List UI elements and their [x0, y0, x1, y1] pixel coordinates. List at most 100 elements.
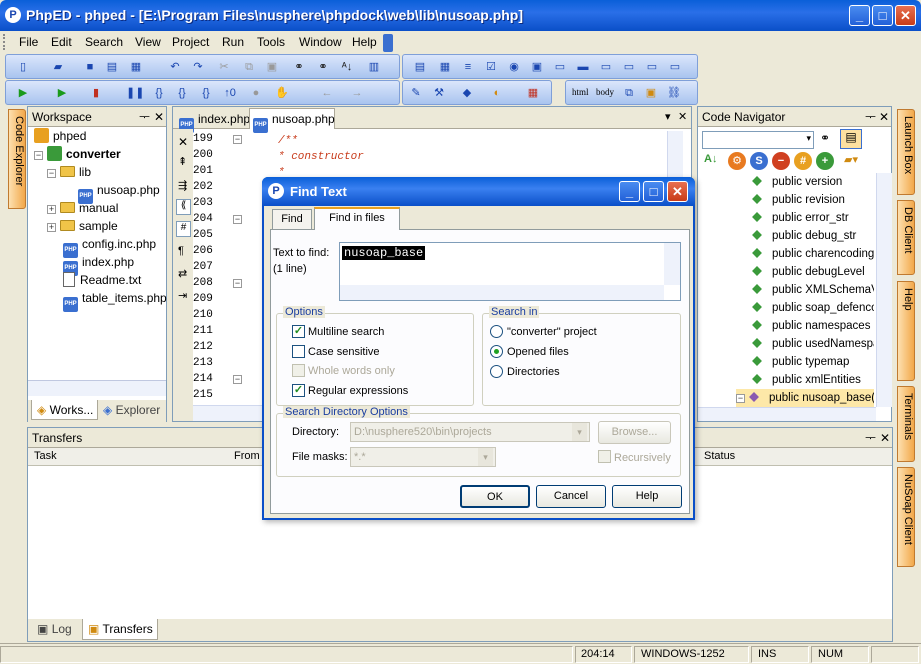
tree-item-table-items-php[interactable]: PHP table_items.php — [63, 289, 167, 312]
menu-edit[interactable]: Edit — [51, 35, 72, 49]
multiline-search-checkbox[interactable]: ✓ — [292, 325, 305, 338]
forward-icon[interactable]: → — [349, 85, 365, 101]
expand-icon[interactable]: + — [47, 205, 56, 214]
html-checkbox-icon[interactable]: ☑ — [483, 59, 499, 75]
search-in-directories-radio[interactable] — [490, 365, 503, 378]
collapse-icon[interactable]: − — [34, 151, 43, 160]
dialog-maximize-button[interactable]: □ — [643, 181, 664, 202]
profiler-icon[interactable]: ▮ — [88, 85, 104, 101]
side-tab-code-explorer[interactable]: Code Explorer — [8, 109, 26, 209]
pause-icon[interactable]: ❚❚ — [126, 85, 144, 101]
breakpoint-icon[interactable]: ✋ — [274, 85, 290, 101]
fold-toggle-icon[interactable]: − — [233, 135, 242, 144]
menu-file[interactable]: File — [19, 35, 38, 49]
tree-item-phped[interactable]: phped — [34, 127, 86, 145]
code-navigator-filter-select[interactable]: ▾ — [702, 131, 814, 149]
menu-run[interactable]: Run — [222, 35, 244, 49]
html-form-icon[interactable]: ▤ — [412, 59, 428, 75]
fold-toggle-icon[interactable]: − — [233, 215, 242, 224]
regular-expressions-label[interactable]: Regular expressions — [308, 385, 408, 397]
input-hscrollbar[interactable] — [340, 285, 664, 300]
html-tag-icon[interactable]: html — [572, 87, 589, 97]
html-table-icon[interactable]: ▦ — [437, 59, 453, 75]
workspace-close-icon[interactable]: ✕ — [154, 107, 164, 127]
frame-icon[interactable]: ⧉ — [621, 85, 637, 101]
text-to-find-input[interactable]: nusoap_base — [339, 242, 681, 301]
tab-find[interactable]: Find — [272, 209, 312, 229]
editor-tab-menu-icon[interactable]: ▾ — [665, 110, 671, 123]
menu-search[interactable]: Search — [85, 35, 123, 49]
tree-item-lib[interactable]: − lib — [47, 163, 91, 181]
collapse-icon[interactable]: − — [736, 394, 745, 403]
tab-icon[interactable]: ⇥ — [178, 289, 187, 302]
bookmark-icon[interactable]: ▥ — [366, 59, 382, 75]
tab-find-in-files[interactable]: Find in files — [314, 207, 400, 230]
find-icon[interactable]: ⚭ — [291, 59, 307, 75]
input-vscrollbar[interactable] — [664, 243, 680, 285]
transfers-close-icon[interactable]: ✕ — [880, 428, 890, 448]
html-text-icon[interactable]: ≡ — [460, 59, 476, 75]
pin-icon[interactable]: ᅮ — [865, 428, 876, 448]
public-filter-icon[interactable]: + — [816, 152, 834, 170]
tree-item-config-inc-php[interactable]: PHP config.inc.php — [63, 235, 156, 258]
tab-index-php[interactable]: PHP index.php — [176, 109, 250, 133]
back-icon[interactable]: ← — [319, 85, 335, 101]
expand-icon[interactable]: + — [47, 223, 56, 232]
editor-close-icon[interactable]: ✕ — [678, 110, 687, 123]
private-filter-icon[interactable]: − — [772, 152, 790, 170]
run-to-cursor-icon[interactable]: ↑0 — [222, 85, 238, 101]
paste-icon[interactable]: ▣ — [264, 59, 280, 75]
image-icon[interactable]: ▣ — [643, 85, 659, 101]
save-icon[interactable]: ■ — [82, 59, 98, 75]
cn-item[interactable]: public debug_str — [752, 227, 856, 245]
cn-item[interactable]: public charencoding — [752, 245, 874, 263]
protected-filter-icon[interactable]: # — [794, 152, 812, 170]
view-mode-icon[interactable]: ▤ — [840, 129, 862, 149]
cn-item[interactable]: public error_str — [752, 209, 849, 227]
step-into-icon[interactable]: {} — [151, 85, 167, 101]
html-image-icon[interactable]: ▭ — [667, 59, 683, 75]
wrench-icon[interactable]: ⚒ — [431, 85, 447, 101]
run-icon[interactable]: ▶ — [15, 85, 31, 101]
collapse-icon[interactable]: − — [47, 169, 56, 178]
cn-item[interactable]: public revision — [752, 191, 845, 209]
html-listbox-icon[interactable]: ▣ — [529, 59, 545, 75]
fold-toggle-icon[interactable]: − — [233, 375, 242, 384]
tree-item-nusoap-php[interactable]: PHP nusoap.php — [78, 181, 160, 204]
tree-item-readme-txt[interactable]: Readme.txt — [63, 271, 141, 289]
cn-item[interactable]: public debugLevel — [752, 263, 865, 281]
cut-icon[interactable]: ✂ — [216, 59, 232, 75]
column-task[interactable]: Task — [34, 450, 57, 462]
indent-icon[interactable]: ⇶ — [178, 179, 187, 192]
html-button-icon[interactable]: ▭ — [598, 59, 614, 75]
dialog-minimize-button[interactable]: _ — [619, 181, 640, 202]
code-navigator-vscrollbar[interactable] — [876, 173, 892, 407]
case-sensitive-label[interactable]: Case sensitive — [308, 346, 380, 358]
html-radio-icon[interactable]: ◉ — [506, 59, 522, 75]
folder-options-icon[interactable]: ▰▾ — [844, 153, 858, 166]
column-status[interactable]: Status — [704, 450, 735, 462]
stop-icon[interactable]: ● — [248, 85, 264, 101]
help-button[interactable]: Help — [612, 485, 682, 508]
case-sensitive-checkbox[interactable] — [292, 345, 305, 358]
undo-icon[interactable]: ↶ — [167, 59, 183, 75]
ok-button[interactable]: OK — [460, 485, 530, 508]
cancel-button[interactable]: Cancel — [536, 485, 606, 508]
new-file-icon[interactable]: ▯ — [15, 59, 31, 75]
side-tab-db-client[interactable]: DB Client — [897, 200, 915, 275]
html-submit-icon[interactable]: ▭ — [621, 59, 637, 75]
tree-item-index-php[interactable]: PHP index.php — [63, 253, 134, 276]
menu-help[interactable]: Help — [352, 35, 377, 49]
search-in-opened-files-label[interactable]: Opened files — [507, 346, 569, 358]
menu-project[interactable]: Project — [172, 35, 209, 49]
tree-item-converter[interactable]: − converter — [34, 145, 121, 163]
close-doc-icon[interactable]: ✕ — [178, 135, 188, 149]
regular-expressions-checkbox[interactable]: ✓ — [292, 384, 305, 397]
menu-tools[interactable]: Tools — [257, 35, 285, 49]
html-reset-icon[interactable]: ▭ — [644, 59, 660, 75]
menu-window[interactable]: Window — [299, 35, 342, 49]
body-tag-icon[interactable]: body — [596, 87, 614, 97]
tab-nusoap-php[interactable]: PHP nusoap.php — [249, 108, 335, 133]
cn-item-selected[interactable]: − public nusoap_base() — [736, 389, 874, 407]
side-tab-terminals[interactable]: Terminals — [897, 386, 915, 462]
